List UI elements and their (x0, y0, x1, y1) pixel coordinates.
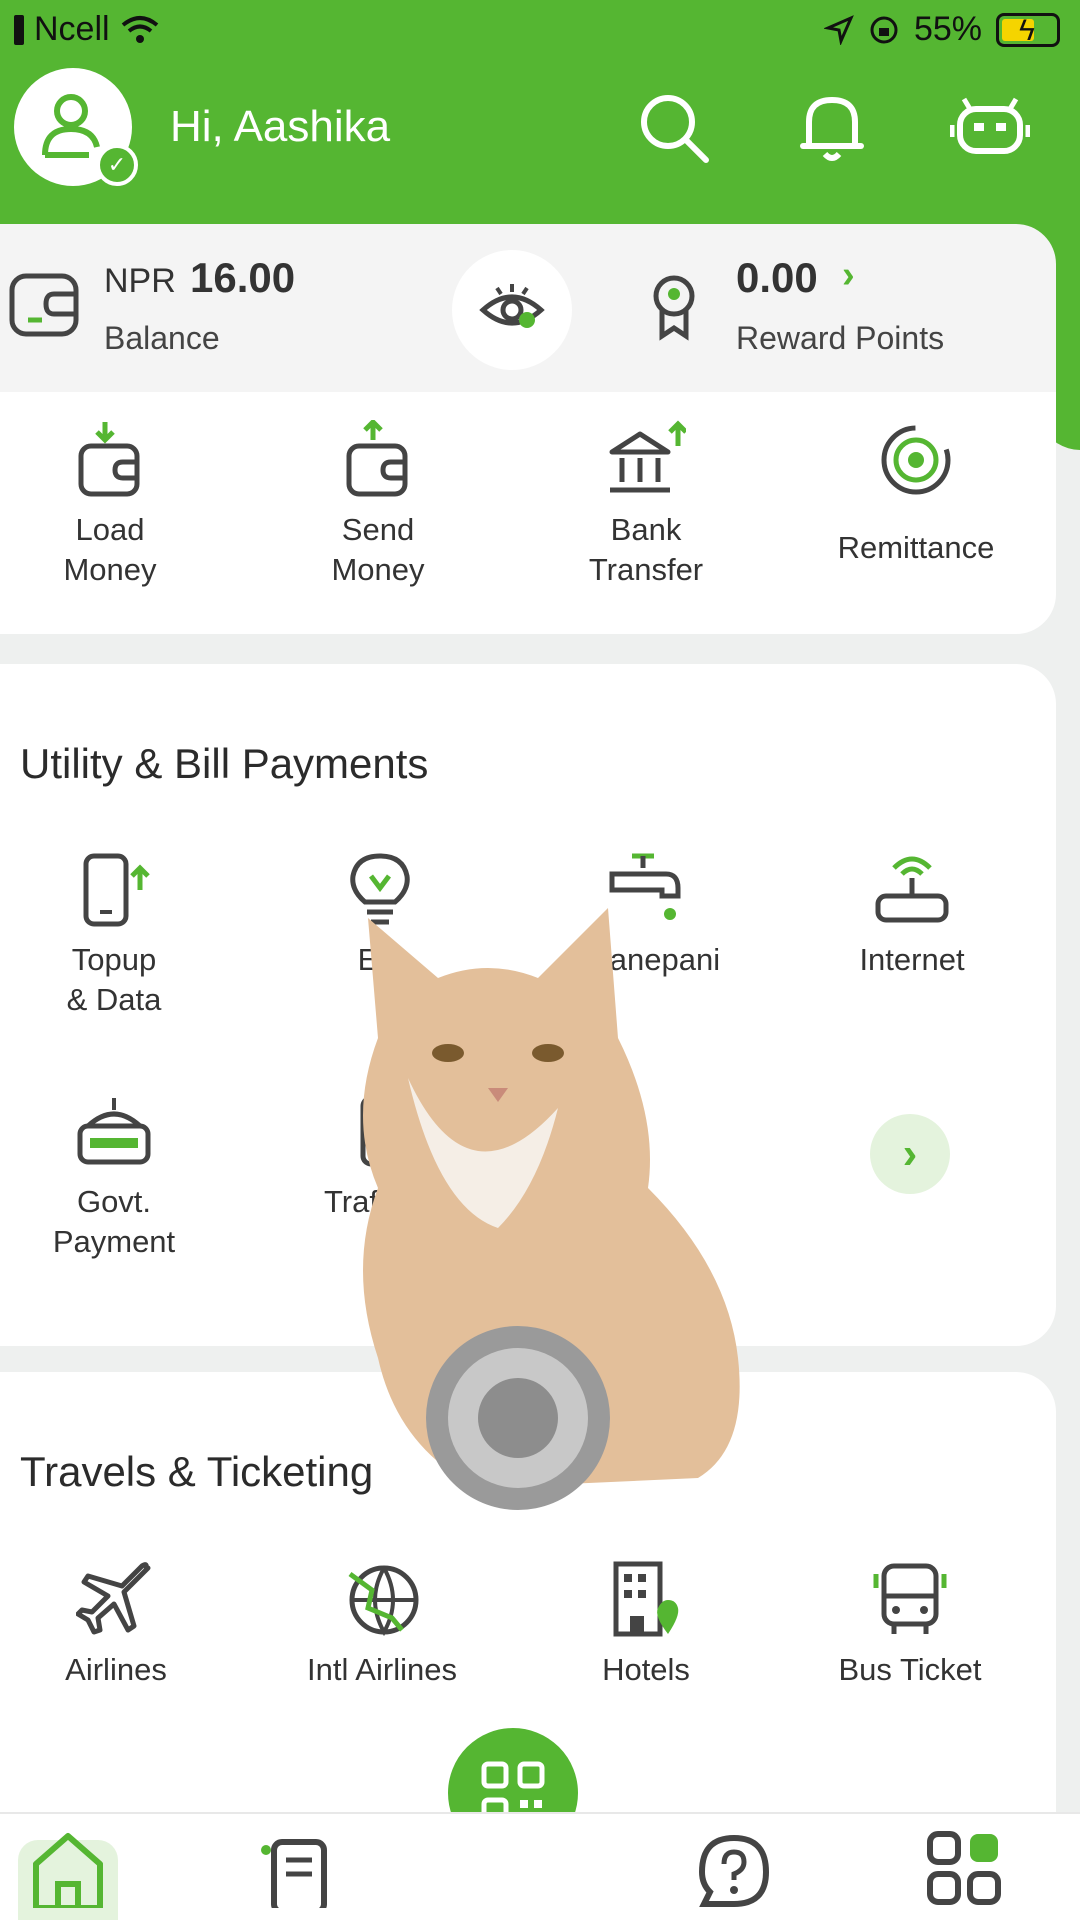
bank-transfer-icon (609, 420, 686, 493)
hotels-button[interactable]: Hotels (536, 1560, 756, 1690)
hotel-icon (613, 1561, 679, 1637)
intl-airlines-icon (348, 1565, 419, 1637)
remittance-button[interactable]: Remittance (806, 420, 1026, 568)
home-icon (33, 1833, 103, 1908)
travel-label: Intl Airlines (307, 1652, 457, 1687)
bank-transfer-button[interactable]: Bank Transfer (536, 420, 756, 590)
remittance-icon (881, 425, 951, 495)
airlines-button[interactable]: Airlines (6, 1560, 226, 1690)
travel-label: Hotels (602, 1652, 690, 1687)
nav-help[interactable] (684, 1828, 784, 1920)
greeting: Hi, Aashika (170, 102, 391, 151)
router-icon (875, 856, 949, 923)
action-label: Money (63, 552, 157, 587)
internet-button[interactable]: Internet (802, 850, 1022, 980)
airplane-icon (76, 1562, 151, 1635)
balance-currency: NPR (104, 262, 176, 300)
utility-label: & Data (66, 982, 162, 1017)
search-icon (641, 95, 709, 163)
eye-icon (479, 284, 545, 328)
bot-icon (950, 97, 1030, 154)
bus-ticket-button[interactable]: Bus Ticket (800, 1560, 1020, 1690)
chatbot-button[interactable] (950, 88, 1030, 168)
send-money-button[interactable]: Send Money (268, 420, 488, 590)
travel-label: Bus Ticket (838, 1652, 982, 1687)
quick-actions-card: Load Money Send Money Bank Transfer Remi… (0, 392, 1056, 634)
wifi-icon (121, 15, 158, 43)
reward-label: Reward Points (736, 320, 945, 356)
carrier: Ncell (14, 10, 160, 49)
nav-home[interactable] (18, 1828, 118, 1920)
travel-label: Airlines (65, 1652, 167, 1687)
intl-airlines-button[interactable]: Intl Airlines (272, 1560, 492, 1690)
action-label: Remittance (837, 530, 995, 565)
utility-label: Internet (859, 942, 965, 977)
more-utilities-button[interactable]: › (870, 1114, 950, 1194)
cat-sticker-image (363, 908, 740, 1510)
load-money-button[interactable]: Load Money (0, 420, 220, 590)
status-right: 55% ϟ (823, 10, 1060, 49)
balance-label: Balance (104, 320, 220, 356)
utility-title: Utility & Bill Payments (20, 740, 429, 787)
wallet-icon (9, 273, 79, 337)
apps-icon (927, 1831, 1001, 1905)
balance-card: NPR 16.00 Balance 0.00 › Reward Points (0, 224, 1056, 392)
reward-amount[interactable]: 0.00 (736, 254, 818, 302)
battery-icon: ϟ (996, 12, 1060, 47)
signal-icon (14, 14, 24, 45)
notifications-button[interactable] (792, 88, 872, 168)
action-label: Money (331, 552, 425, 587)
verified-check-icon: ✓ (96, 144, 138, 186)
load-money-icon (78, 422, 140, 497)
nav-apps[interactable] (914, 1828, 1014, 1920)
reward-badge-icon (653, 275, 695, 341)
mobile-topup-icon (83, 853, 150, 927)
status-bar: Ncell 55% ϟ (0, 0, 1080, 62)
bus-icon (873, 1563, 947, 1634)
bell-icon (800, 97, 864, 161)
statement-icon (261, 1839, 327, 1908)
utility-label: Payment (52, 1224, 176, 1259)
utility-label: Govt. (76, 1184, 152, 1219)
chevron-right-icon: › (902, 1129, 918, 1178)
rotation-lock-icon (870, 16, 898, 43)
action-label: Bank (610, 512, 682, 547)
action-label: Transfer (588, 552, 704, 587)
chevron-right-icon[interactable]: › (842, 254, 855, 297)
action-label: Send (341, 512, 415, 547)
govt-payment-button[interactable]: Govt. Payment (4, 1092, 224, 1262)
help-icon (698, 1834, 770, 1907)
location-icon (823, 14, 854, 45)
search-button[interactable] (634, 88, 714, 168)
bottom-nav (0, 1812, 1080, 1920)
toggle-balance-button[interactable] (452, 250, 572, 370)
carrier-name: Ncell (34, 10, 110, 48)
govt-payment-icon (77, 1098, 151, 1165)
action-label: Load (75, 512, 145, 547)
top-bar: ✓ Hi, Aashika (0, 62, 1080, 192)
topup-button[interactable]: Topup & Data (4, 850, 224, 1020)
balance-amount: 16.00 (190, 254, 296, 301)
utility-label: Topup (71, 942, 157, 977)
send-money-icon (346, 420, 408, 497)
nav-statement[interactable] (246, 1828, 346, 1920)
battery-percent: 55% (913, 10, 982, 48)
